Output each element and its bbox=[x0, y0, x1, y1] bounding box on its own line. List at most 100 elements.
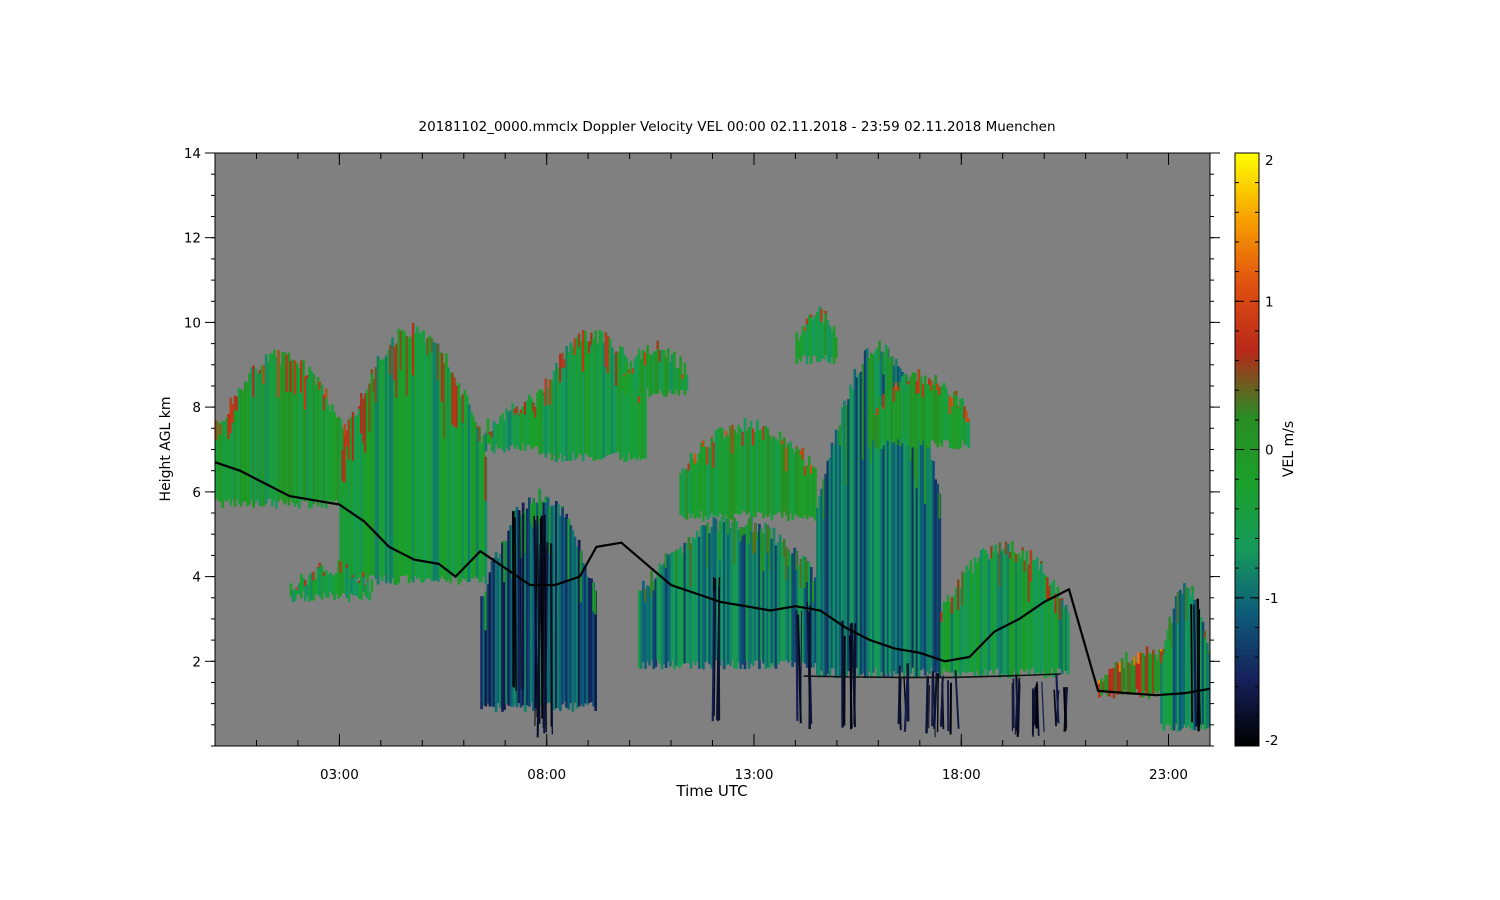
updraft-patch bbox=[965, 411, 968, 423]
updraft-patch bbox=[957, 579, 960, 610]
updraft-patch bbox=[870, 352, 873, 463]
updraft-patch bbox=[785, 547, 788, 580]
updraft-patch bbox=[868, 358, 871, 447]
updraft-patch bbox=[623, 373, 626, 376]
updraft-patch bbox=[451, 372, 454, 425]
updraft-patch bbox=[803, 466, 806, 476]
updraft-patch bbox=[878, 340, 881, 361]
updraft-patch bbox=[644, 352, 647, 366]
updraft-patch bbox=[411, 323, 414, 376]
colorbar-tick-label: 2 bbox=[1265, 153, 1274, 169]
updraft-patch bbox=[923, 438, 926, 504]
updraft-patch bbox=[548, 379, 551, 405]
fall-streak bbox=[928, 685, 930, 729]
doppler-velocity-chart: 20181102_0000.mmclx Doppler Velocity VEL… bbox=[158, 119, 1297, 800]
x-tick-label: 13:00 bbox=[735, 767, 774, 783]
updraft-patch bbox=[285, 354, 288, 393]
updraft-patch bbox=[751, 532, 754, 555]
updraft-patch bbox=[304, 376, 307, 410]
updraft-patch bbox=[702, 440, 705, 448]
updraft-patch bbox=[1008, 551, 1011, 559]
updraft-patch bbox=[604, 331, 607, 367]
fall-streak bbox=[853, 623, 857, 725]
updraft-patch bbox=[876, 407, 879, 415]
updraft-patch bbox=[762, 426, 765, 441]
updraft-patch bbox=[436, 343, 439, 381]
chart-title: 20181102_0000.mmclx Doppler Velocity VEL… bbox=[418, 119, 1055, 135]
updraft-patch bbox=[229, 397, 232, 434]
x-axis-label: Time UTC bbox=[675, 782, 747, 800]
updraft-patch bbox=[581, 330, 584, 372]
echo-column bbox=[1067, 612, 1070, 675]
updraft-patch bbox=[430, 338, 433, 352]
updraft-patch bbox=[559, 353, 562, 383]
updraft-patch bbox=[1098, 680, 1101, 684]
y-tick-label: 8 bbox=[192, 400, 201, 416]
updraft-patch bbox=[785, 447, 788, 472]
y-tick-label: 6 bbox=[192, 485, 201, 501]
updraft-patch bbox=[928, 378, 931, 385]
updraft-patch bbox=[950, 597, 953, 614]
updraft-patch bbox=[476, 426, 479, 428]
updraft-patch bbox=[803, 327, 806, 332]
updraft-patch bbox=[563, 359, 566, 368]
updraft-patch bbox=[1021, 547, 1024, 551]
updraft-patch bbox=[304, 579, 307, 587]
updraft-patch bbox=[312, 571, 315, 581]
updraft-patch bbox=[351, 412, 354, 461]
updraft-patch bbox=[455, 385, 458, 428]
updraft-patch bbox=[809, 465, 812, 474]
updraft-patch bbox=[938, 493, 941, 519]
updraft-patch bbox=[538, 488, 541, 523]
updraft-patch bbox=[652, 581, 655, 591]
updraft-patch bbox=[231, 404, 234, 423]
updraft-patch bbox=[787, 549, 790, 567]
updraft-patch bbox=[950, 397, 953, 407]
updraft-patch bbox=[534, 406, 537, 418]
updraft-patch bbox=[820, 308, 823, 322]
updraft-patch bbox=[882, 394, 885, 409]
updraft-patch bbox=[1133, 656, 1136, 666]
echo-column bbox=[644, 387, 647, 459]
updraft-patch bbox=[1176, 592, 1179, 624]
updraft-patch bbox=[940, 612, 943, 622]
updraft-patch bbox=[892, 387, 895, 402]
x-tick-label: 18:00 bbox=[942, 767, 981, 783]
y-axis-label: Height AGL km bbox=[158, 397, 174, 502]
updraft-patch bbox=[656, 340, 659, 349]
updraft-patch bbox=[961, 571, 964, 606]
updraft-patch bbox=[917, 369, 920, 393]
updraft-patch bbox=[795, 446, 798, 448]
updraft-patch bbox=[967, 418, 970, 422]
updraft-patch bbox=[650, 570, 653, 597]
updraft-patch bbox=[606, 335, 609, 374]
updraft-patch bbox=[760, 528, 763, 571]
updraft-patch bbox=[523, 401, 526, 415]
fall-streak bbox=[931, 671, 935, 727]
updraft-patch bbox=[874, 414, 877, 415]
updraft-patch bbox=[718, 521, 721, 560]
updraft-patch bbox=[517, 414, 520, 416]
updraft-patch bbox=[805, 465, 808, 466]
updraft-patch bbox=[594, 590, 597, 615]
echo-column bbox=[967, 418, 971, 449]
updraft-patch bbox=[766, 525, 769, 553]
updraft-patch bbox=[1015, 554, 1018, 562]
updraft-patch bbox=[318, 562, 321, 567]
fall-streak bbox=[936, 673, 939, 733]
updraft-patch bbox=[358, 580, 361, 584]
updraft-patch bbox=[631, 367, 634, 374]
updraft-patch bbox=[1170, 623, 1173, 649]
updraft-patch bbox=[358, 406, 361, 409]
updraft-patch bbox=[293, 360, 296, 395]
fall-streak bbox=[1190, 604, 1194, 723]
updraft-patch bbox=[1058, 598, 1061, 620]
updraft-patch bbox=[712, 442, 715, 468]
updraft-patch bbox=[644, 588, 647, 602]
updraft-patch bbox=[681, 374, 684, 379]
updraft-patch bbox=[783, 538, 786, 558]
updraft-patch bbox=[921, 384, 924, 398]
colorbar-tick-label: 1 bbox=[1265, 294, 1274, 310]
updraft-patch bbox=[513, 408, 516, 415]
updraft-patch bbox=[351, 574, 354, 578]
